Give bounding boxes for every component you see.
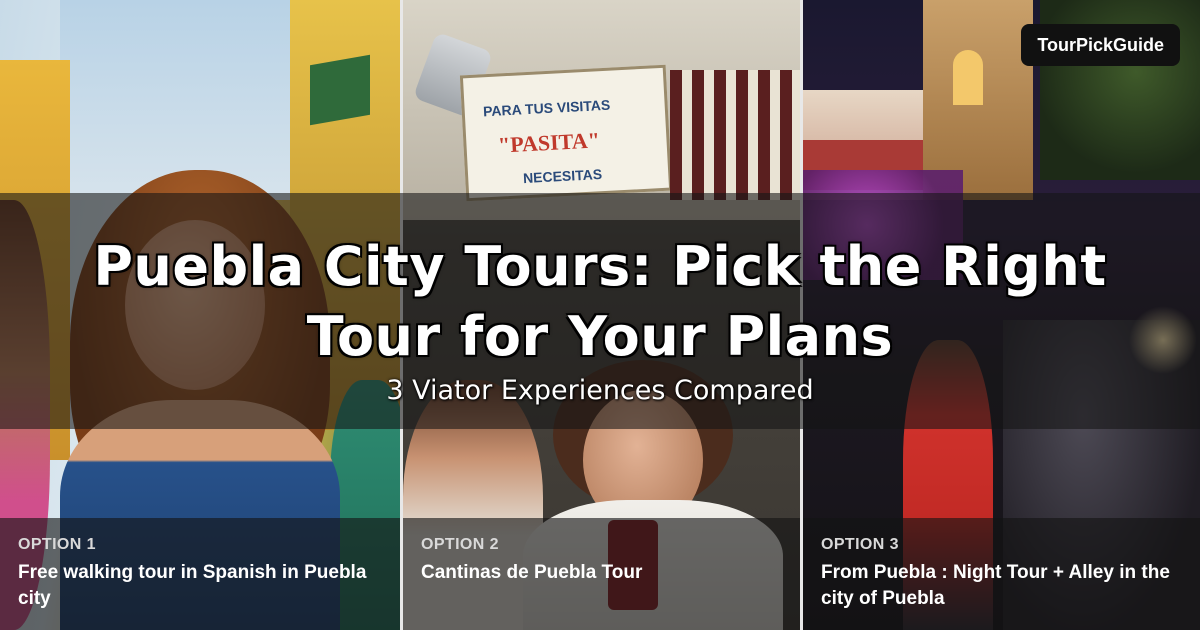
option-card-1: OPTION 1 Free walking tour in Spanish in… — [0, 518, 400, 630]
option-card-3: OPTION 3 From Puebla : Night Tour + Alle… — [800, 518, 1200, 630]
option-card-2: OPTION 2 Cantinas de Puebla Tour — [400, 518, 800, 630]
photo-awning — [310, 54, 370, 126]
brand-badge: TourPickGuide — [1021, 24, 1180, 66]
option-title: Cantinas de Puebla Tour — [421, 562, 643, 583]
option-captions: OPTION 1 Free walking tour in Spanish in… — [0, 518, 1200, 630]
page-subtitle: 3 Viator Experiences Compared — [386, 375, 814, 406]
share-card: PARA TUS VISITAS "PASITA" NECESITAS Pueb… — [0, 0, 1200, 630]
option-label: OPTION 3 — [821, 536, 899, 553]
photo-tower-window — [953, 50, 983, 105]
page-title: Puebla City Tours: Pick the Right Tour f… — [93, 235, 1107, 368]
option-label: OPTION 2 — [421, 536, 499, 553]
photo-sign-line2: "PASITA" — [497, 127, 601, 158]
option-label: OPTION 1 — [18, 536, 96, 553]
photo-bottle-shelf — [670, 70, 800, 200]
option-title: Free walking tour in Spanish in Puebla c… — [18, 562, 367, 609]
option-title: From Puebla : Night Tour + Alley in the … — [821, 562, 1170, 609]
